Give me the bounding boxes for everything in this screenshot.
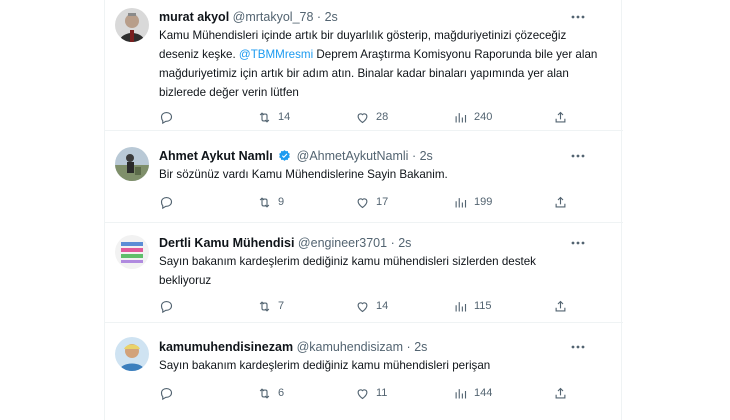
timestamp[interactable]: 2s xyxy=(398,236,411,250)
reply-icon xyxy=(160,111,173,124)
retweet-button[interactable]: 9 xyxy=(257,193,284,211)
display-name[interactable]: kamumuhendisinezam xyxy=(159,340,293,354)
like-button[interactable]: 28 xyxy=(355,108,388,126)
heart-icon xyxy=(357,112,368,123)
view-count: 144 xyxy=(474,387,493,399)
views-button[interactable]: 199 xyxy=(453,193,492,211)
reply-icon xyxy=(160,387,173,400)
display-name[interactable]: Ahmet Aykut Namlı xyxy=(159,149,273,163)
reply-icon xyxy=(160,196,173,209)
retweet-button[interactable]: 14 xyxy=(257,108,290,126)
share-button[interactable] xyxy=(553,193,568,211)
separator-dot: · xyxy=(316,10,322,24)
retweet-count: 6 xyxy=(278,387,285,399)
retweet-count: 9 xyxy=(278,196,285,208)
tweet[interactable]: Dertli Kamu Mühendisi @engineer3701 · 2s… xyxy=(105,223,623,323)
share-button[interactable] xyxy=(553,297,568,315)
tweet-header: murat akyol @mrtakyol_78 · 2s xyxy=(159,9,338,25)
share-icon xyxy=(555,111,566,122)
views-icon xyxy=(455,388,467,398)
separator-dot: · xyxy=(390,236,395,250)
retweet-icon xyxy=(259,387,270,399)
action-bar: 6 11 144 xyxy=(159,384,599,402)
views-icon xyxy=(455,197,467,207)
retweet-icon xyxy=(259,111,270,123)
tweet[interactable]: Ahmet Aykut Namlı @AhmetAykutNamli · 2s … xyxy=(105,131,623,223)
user-handle[interactable]: @kamuhendisizam xyxy=(297,340,403,354)
user-handle[interactable]: @engineer3701 xyxy=(298,236,387,250)
avatar[interactable] xyxy=(115,337,149,371)
reply-button[interactable] xyxy=(159,193,180,211)
verified-badge-icon xyxy=(279,150,291,161)
display-name[interactable]: Dertli Kamu Mühendisi xyxy=(159,236,294,250)
share-icon xyxy=(555,300,566,311)
like-count: 17 xyxy=(376,196,389,208)
view-count: 115 xyxy=(474,300,492,312)
like-button[interactable]: 17 xyxy=(355,193,388,211)
separator-dot: · xyxy=(406,340,411,354)
user-handle[interactable]: @AhmetAykutNamli xyxy=(297,149,409,163)
heart-icon xyxy=(357,197,368,208)
views-button[interactable]: 240 xyxy=(453,108,492,126)
retweet-icon xyxy=(259,196,270,208)
share-button[interactable] xyxy=(553,384,568,402)
more-icon[interactable] xyxy=(569,339,587,355)
share-button[interactable] xyxy=(553,108,568,126)
retweet-icon xyxy=(259,300,270,312)
timestamp[interactable]: 2s xyxy=(325,10,338,24)
view-count: 240 xyxy=(474,111,493,123)
separator-dot: · xyxy=(411,149,417,163)
reply-button[interactable] xyxy=(159,297,180,315)
more-icon[interactable] xyxy=(569,235,587,251)
action-bar: 9 17 199 xyxy=(159,193,599,211)
more-icon[interactable] xyxy=(569,9,587,25)
mention-link[interactable]: @TBMMresmi xyxy=(239,48,313,61)
views-button[interactable]: 115 xyxy=(453,297,492,315)
avatar[interactable] xyxy=(115,8,149,42)
avatar[interactable] xyxy=(115,235,149,269)
like-count: 11 xyxy=(376,387,388,399)
action-bar: 7 14 115 xyxy=(159,297,599,315)
timeline: murat akyol @mrtakyol_78 · 2s Kamu Mühen… xyxy=(104,0,623,420)
retweet-count: 14 xyxy=(278,111,291,123)
like-button[interactable]: 11 xyxy=(355,384,387,402)
retweet-button[interactable]: 6 xyxy=(257,384,284,402)
reply-button[interactable] xyxy=(159,108,180,126)
views-button[interactable]: 144 xyxy=(453,384,492,402)
retweet-count: 7 xyxy=(278,300,285,312)
tweet-header: Dertli Kamu Mühendisi @engineer3701 · 2s xyxy=(159,235,411,251)
views-icon xyxy=(455,112,467,122)
heart-icon xyxy=(357,388,368,399)
avatar[interactable] xyxy=(115,147,149,181)
timestamp[interactable]: 2s xyxy=(420,149,433,163)
tweet-text: Bir sözünüz vardı Kamu Mühendislerine Sa… xyxy=(159,165,599,184)
tweet-text: Kamu Mühendisleri içinde artık bir duyar… xyxy=(159,26,599,102)
like-count: 28 xyxy=(376,111,389,123)
tweet-text: Sayın bakanım kardeşlerim dediğiniz kamu… xyxy=(159,252,589,290)
tweet-text-part: Bir sözünüz vardı Kamu Mühendislerine Sa… xyxy=(159,168,448,181)
tweet[interactable]: kamumuhendisinezam @kamuhendisizam · 2s … xyxy=(105,323,623,420)
tweet-header: Ahmet Aykut Namlı @AhmetAykutNamli · 2s xyxy=(159,148,433,164)
view-count: 199 xyxy=(474,196,493,208)
timestamp[interactable]: 2s xyxy=(414,340,427,354)
tweet-text-part: Sayın bakanım kardeşlerim dediğiniz kamu… xyxy=(159,359,491,372)
user-handle[interactable]: @mrtakyol_78 xyxy=(233,10,314,24)
retweet-button[interactable]: 7 xyxy=(257,297,284,315)
more-icon[interactable] xyxy=(569,148,587,164)
reply-button[interactable] xyxy=(159,384,180,402)
heart-icon xyxy=(357,301,368,312)
tweet[interactable]: murat akyol @mrtakyol_78 · 2s Kamu Mühen… xyxy=(105,0,623,131)
share-icon xyxy=(555,196,566,207)
display-name[interactable]: murat akyol xyxy=(159,10,229,24)
reply-icon xyxy=(160,300,173,313)
tweet-header: kamumuhendisinezam @kamuhendisizam · 2s xyxy=(159,339,427,355)
share-icon xyxy=(555,387,566,398)
views-icon xyxy=(455,301,467,311)
like-button[interactable]: 14 xyxy=(355,297,388,315)
tweet-text-part: Sayın bakanım kardeşlerim dediğiniz kamu… xyxy=(159,255,536,287)
action-bar: 14 28 240 xyxy=(159,108,599,126)
like-count: 14 xyxy=(376,300,389,312)
tweet-text: Sayın bakanım kardeşlerim dediğiniz kamu… xyxy=(159,356,599,375)
